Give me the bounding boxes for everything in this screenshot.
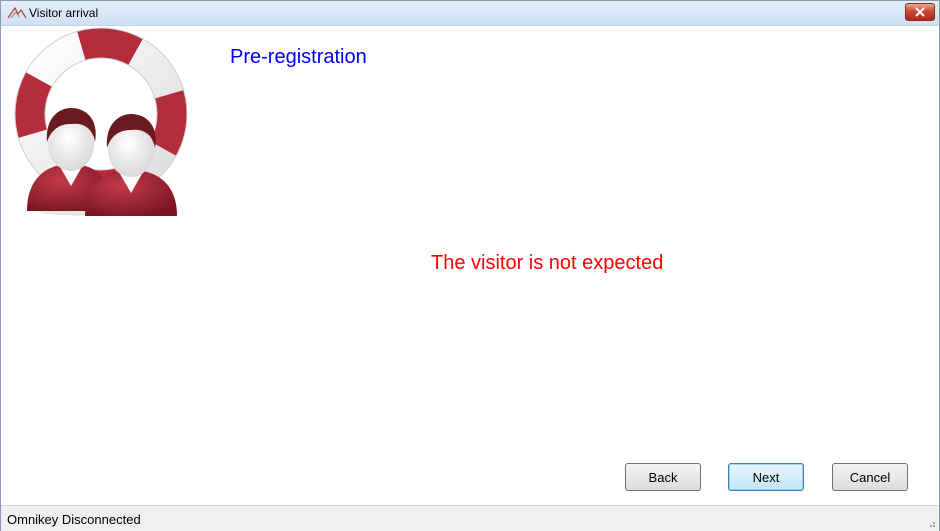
main-content: Pre-registration The visitor is not expe… xyxy=(1,26,939,504)
next-button[interactable]: Next xyxy=(728,463,804,491)
visitors-lifebuoy-logo xyxy=(14,27,187,216)
page-title: Pre-registration xyxy=(230,46,367,68)
visitor-app-icon xyxy=(7,5,27,21)
close-icon xyxy=(915,7,925,17)
window-title: Visitor arrival xyxy=(29,6,99,20)
reader-status: Omnikey Disconnected xyxy=(7,512,141,527)
resize-grip-icon[interactable] xyxy=(926,518,936,528)
close-button[interactable] xyxy=(905,3,935,21)
status-message: The visitor is not expected xyxy=(431,252,664,274)
back-button[interactable]: Back xyxy=(625,463,701,491)
cancel-button[interactable]: Cancel xyxy=(832,463,908,491)
title-bar[interactable]: Visitor arrival xyxy=(1,1,939,26)
status-bar: Omnikey Disconnected xyxy=(1,505,939,531)
visitor-arrival-window: Visitor arrival Pre-registration The vis… xyxy=(0,0,940,531)
